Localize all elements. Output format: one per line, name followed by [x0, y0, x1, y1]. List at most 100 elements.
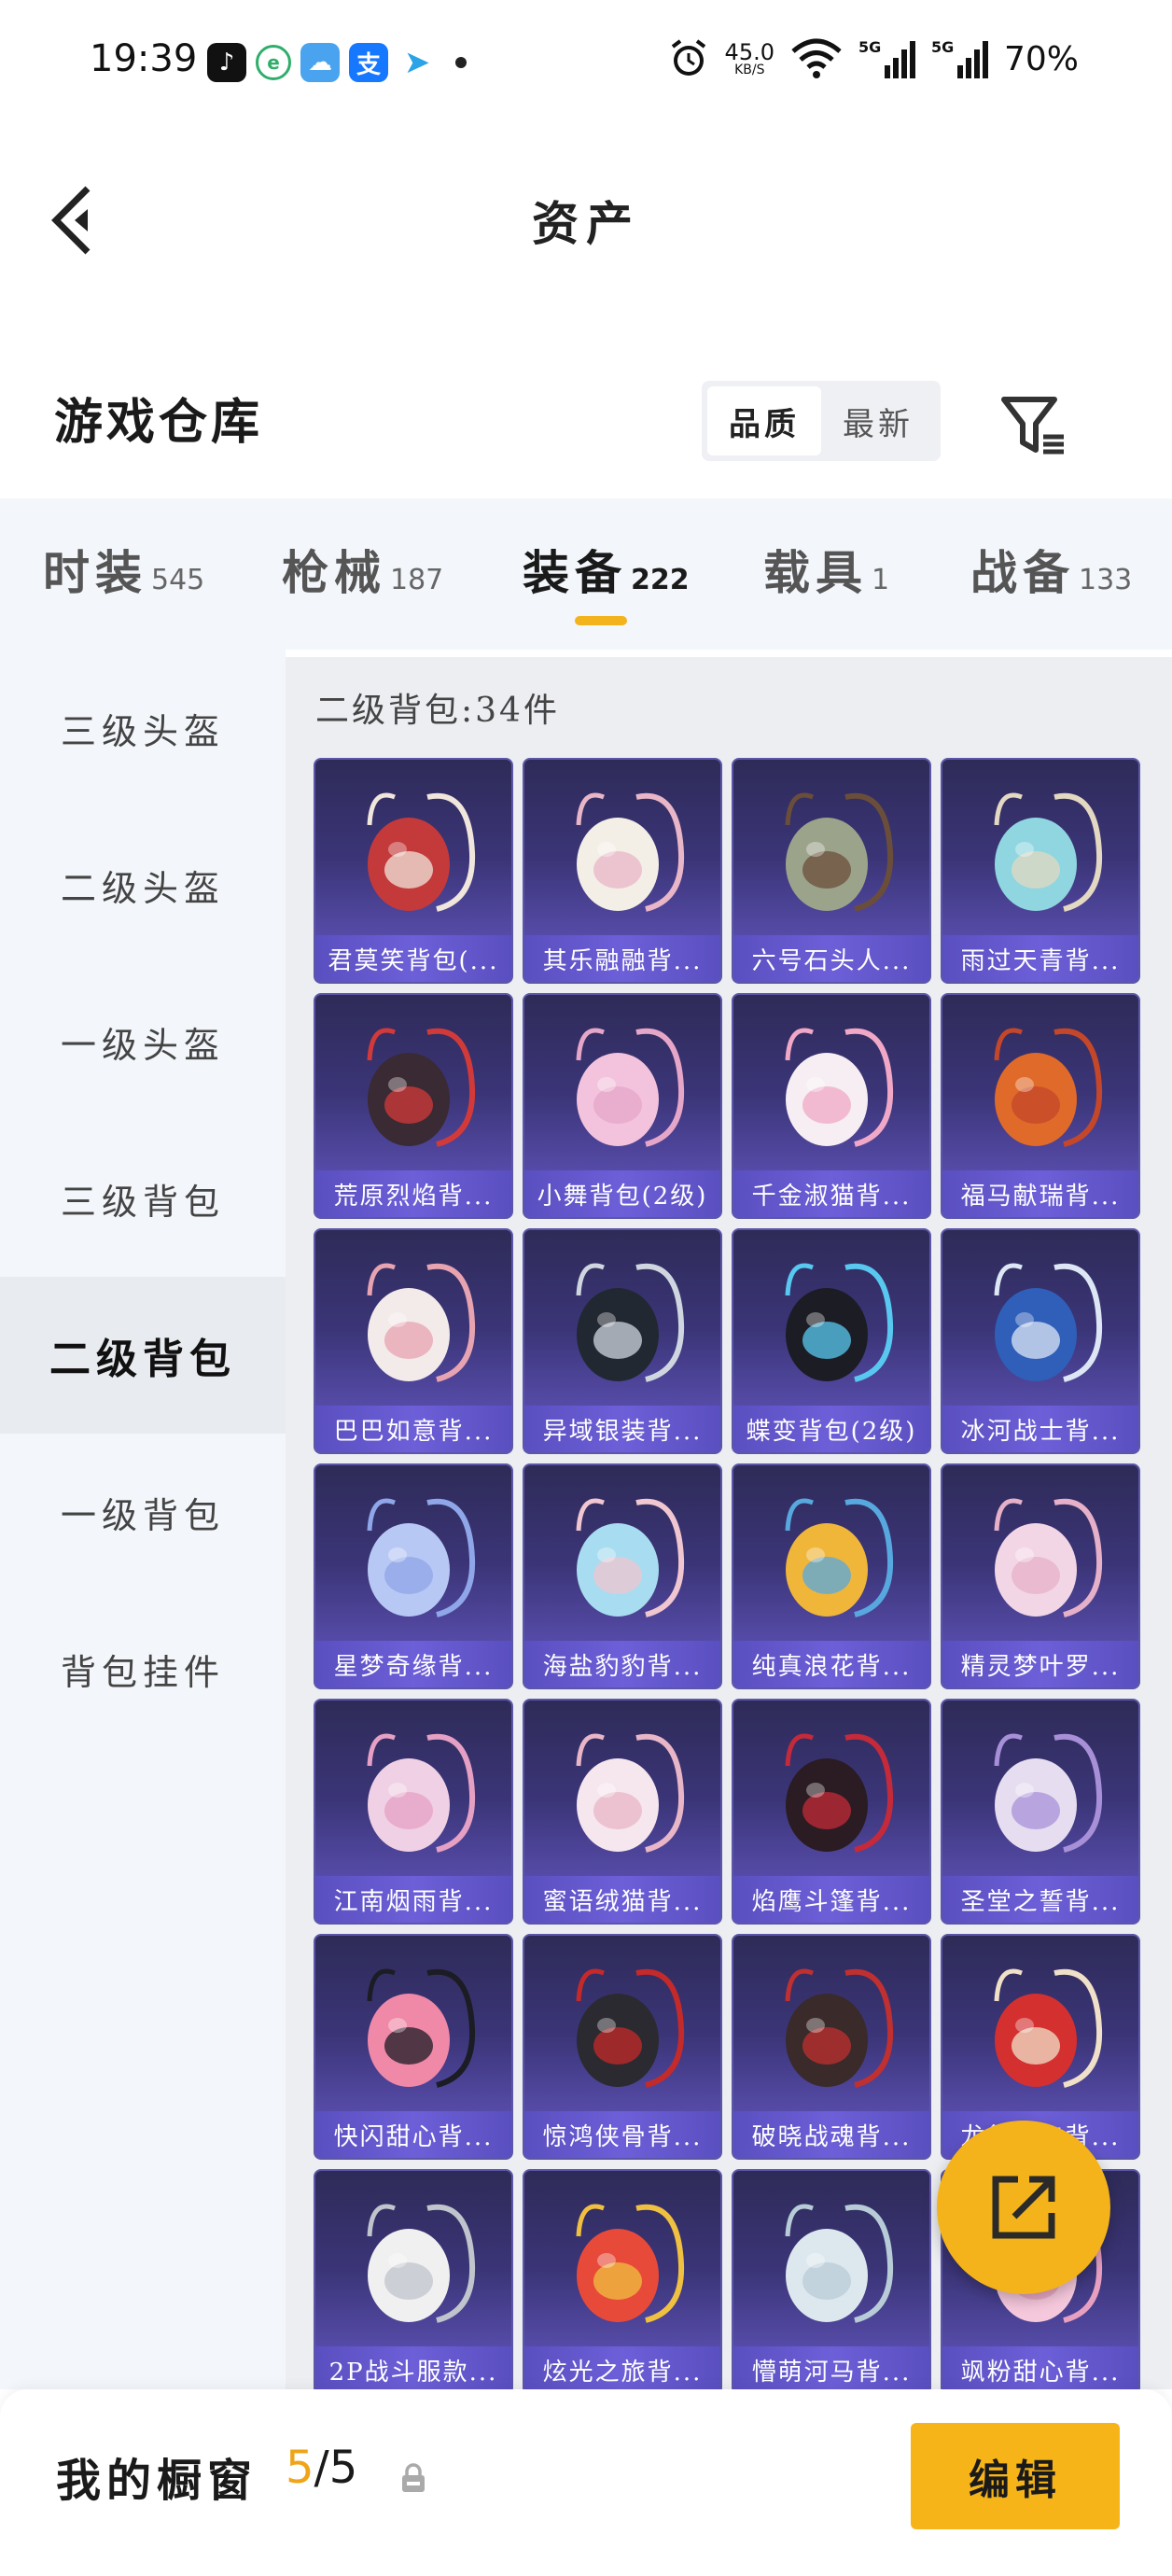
sort-quality-button[interactable]: 品质 [707, 386, 821, 455]
item-name: 纯真浪花背... [733, 1641, 929, 1687]
item-name: 蝶变背包(2级) [733, 1406, 929, 1452]
showcase-bar: 我的橱窗 5/5 编辑 [0, 2389, 1172, 2576]
item-card[interactable]: 快闪甜心背... [314, 1934, 513, 2160]
backpack-image [785, 1028, 894, 1147]
item-card[interactable]: 蝶变背包(2级) [732, 1228, 931, 1454]
item-name: 飒粉甜心背... [942, 2346, 1138, 2389]
item-card[interactable]: 小舞背包(2级) [523, 993, 722, 1219]
item-card[interactable]: 海盐豹豹背... [523, 1463, 722, 1689]
tab-weapons[interactable]: 枪械 187 [282, 536, 443, 603]
item-card[interactable]: 巴巴如意背... [314, 1228, 513, 1454]
tiktok-icon: ♪ [207, 43, 246, 82]
item-name: 异域银装背... [524, 1406, 720, 1452]
item-card[interactable]: 其乐融融背... [523, 758, 722, 984]
signal-5g-icon-2: 5G [931, 38, 988, 78]
item-name: 圣堂之誓背... [942, 1876, 1138, 1923]
svg-text:5G: 5G [931, 38, 954, 56]
alipay-icon: 支 [349, 43, 388, 82]
item-card[interactable]: 千金淑猫背... [732, 993, 931, 1219]
backpack-image [785, 2204, 894, 2323]
item-card[interactable]: 六号石头人... [732, 758, 931, 984]
item-name: 惊鸿侠骨背... [524, 2111, 720, 2158]
backpack-image [994, 1968, 1103, 2088]
status-right: 45.0 KB/S 5G 5G 70% [667, 37, 1079, 80]
net-speed: 45.0 KB/S [724, 39, 774, 77]
item-card[interactable]: 炫光之旅背... [523, 2169, 722, 2389]
backpack-image [994, 1028, 1103, 1147]
more-notifications-dot [455, 57, 467, 68]
sidebar-item-backpack-charm[interactable]: 背包挂件 [0, 1590, 286, 1747]
sidebar-item-level3-helmet[interactable]: 三级头盔 [0, 650, 286, 806]
tab-vehicles[interactable]: 载具 1 [763, 536, 889, 603]
item-name: 海盐豹豹背... [524, 1641, 720, 1687]
item-card[interactable]: 焰鹰斗篷背... [732, 1699, 931, 1925]
category-tabs: 时装 545 枪械 187 装备 222 载具 1 战备 133 [0, 498, 1172, 650]
item-card[interactable]: 圣堂之誓背... [941, 1699, 1140, 1925]
backpack-image [576, 1968, 685, 2088]
wifi-icon [791, 38, 842, 78]
sort-newest-button[interactable]: 最新 [821, 386, 935, 455]
svg-text:5G: 5G [858, 38, 881, 56]
item-name: 雨过天青背... [942, 935, 1138, 982]
item-card[interactable]: 冰河战士背... [941, 1228, 1140, 1454]
telegram-icon: ➤ [398, 43, 437, 82]
weather-icon: ☁ [300, 43, 340, 82]
tab-equipment[interactable]: 装备 222 [523, 536, 690, 603]
sidebar-item-level1-backpack[interactable]: 一级背包 [0, 1434, 286, 1590]
filter-button[interactable] [997, 388, 1071, 463]
subcategory-sidebar: 三级头盔 二级头盔 一级头盔 三级背包 二级背包 一级背包 背包挂件 [0, 650, 286, 2389]
item-card[interactable]: 纯真浪花背... [732, 1463, 931, 1689]
item-card[interactable]: 异域银装背... [523, 1228, 722, 1454]
item-card[interactable]: 荒原烈焰背... [314, 993, 513, 1219]
sort-segmented-control: 品质 最新 [702, 381, 941, 461]
tab-fashion[interactable]: 时装 545 [43, 536, 204, 603]
backpack-image [367, 1028, 476, 1147]
sidebar-item-level2-helmet[interactable]: 二级头盔 [0, 806, 286, 963]
backpack-image [785, 1733, 894, 1853]
share-button[interactable] [937, 2121, 1110, 2294]
item-card[interactable]: 2P战斗服款... [314, 2169, 513, 2389]
item-card[interactable]: 福马献瑞背... [941, 993, 1140, 1219]
backpack-image [785, 1263, 894, 1382]
active-tab-indicator [575, 616, 627, 625]
item-name: 2P战斗服款... [315, 2346, 511, 2389]
item-card[interactable]: 蜜语绒猫背... [523, 1699, 722, 1925]
item-card[interactable]: 江南烟雨背... [314, 1699, 513, 1925]
backpack-image [785, 792, 894, 912]
backpack-image [785, 1968, 894, 2088]
notification-icons: ♪ e ☁ 支 ➤ [207, 43, 467, 82]
backpack-image [367, 2204, 476, 2323]
item-name: 懵萌河马背... [733, 2346, 929, 2389]
item-card[interactable]: 君莫笑背包(... [314, 758, 513, 984]
backpack-image [576, 792, 685, 912]
filter-icon [1001, 397, 1064, 455]
showcase-label: 我的橱窗 [56, 2455, 258, 2507]
item-name: 其乐融融背... [524, 935, 720, 982]
item-name: 冰河战士背... [942, 1406, 1138, 1452]
edit-button[interactable]: 编辑 [911, 2423, 1120, 2529]
status-time: 19:39 [90, 37, 198, 80]
item-name: 荒原烈焰背... [315, 1170, 511, 1217]
backpack-image [367, 1498, 476, 1617]
item-card[interactable]: 精灵梦叶罗... [941, 1463, 1140, 1689]
sidebar-item-level3-backpack[interactable]: 三级背包 [0, 1120, 286, 1277]
item-name: 江南烟雨背... [315, 1876, 511, 1923]
backpack-image [367, 792, 476, 912]
page-header: 资产 [0, 131, 1172, 308]
item-card[interactable]: 惊鸿侠骨背... [523, 1934, 722, 2160]
panel-title: 二级背包:34件 [315, 692, 560, 730]
status-bar: 19:39 ♪ e ☁ 支 ➤ 45.0 KB/S 5G 5G 70% [0, 0, 1172, 131]
warehouse-title: 游戏仓库 [54, 394, 264, 451]
signal-5g-icon: 5G [858, 38, 915, 78]
sidebar-item-level1-helmet[interactable]: 一级头盔 [0, 963, 286, 1120]
item-name: 炫光之旅背... [524, 2346, 720, 2389]
item-card[interactable]: 星梦奇缘背... [314, 1463, 513, 1689]
tab-combat-supplies[interactable]: 战备 133 [970, 536, 1132, 603]
item-card[interactable]: 懵萌河马背... [732, 2169, 931, 2389]
showcase-count: 5/5 [286, 2442, 358, 2494]
sidebar-item-level2-backpack[interactable]: 二级背包 [0, 1277, 286, 1434]
alarm-icon [671, 39, 705, 76]
backpack-image [576, 1028, 685, 1147]
item-card[interactable]: 雨过天青背... [941, 758, 1140, 984]
item-card[interactable]: 破晓战魂背... [732, 1934, 931, 2160]
